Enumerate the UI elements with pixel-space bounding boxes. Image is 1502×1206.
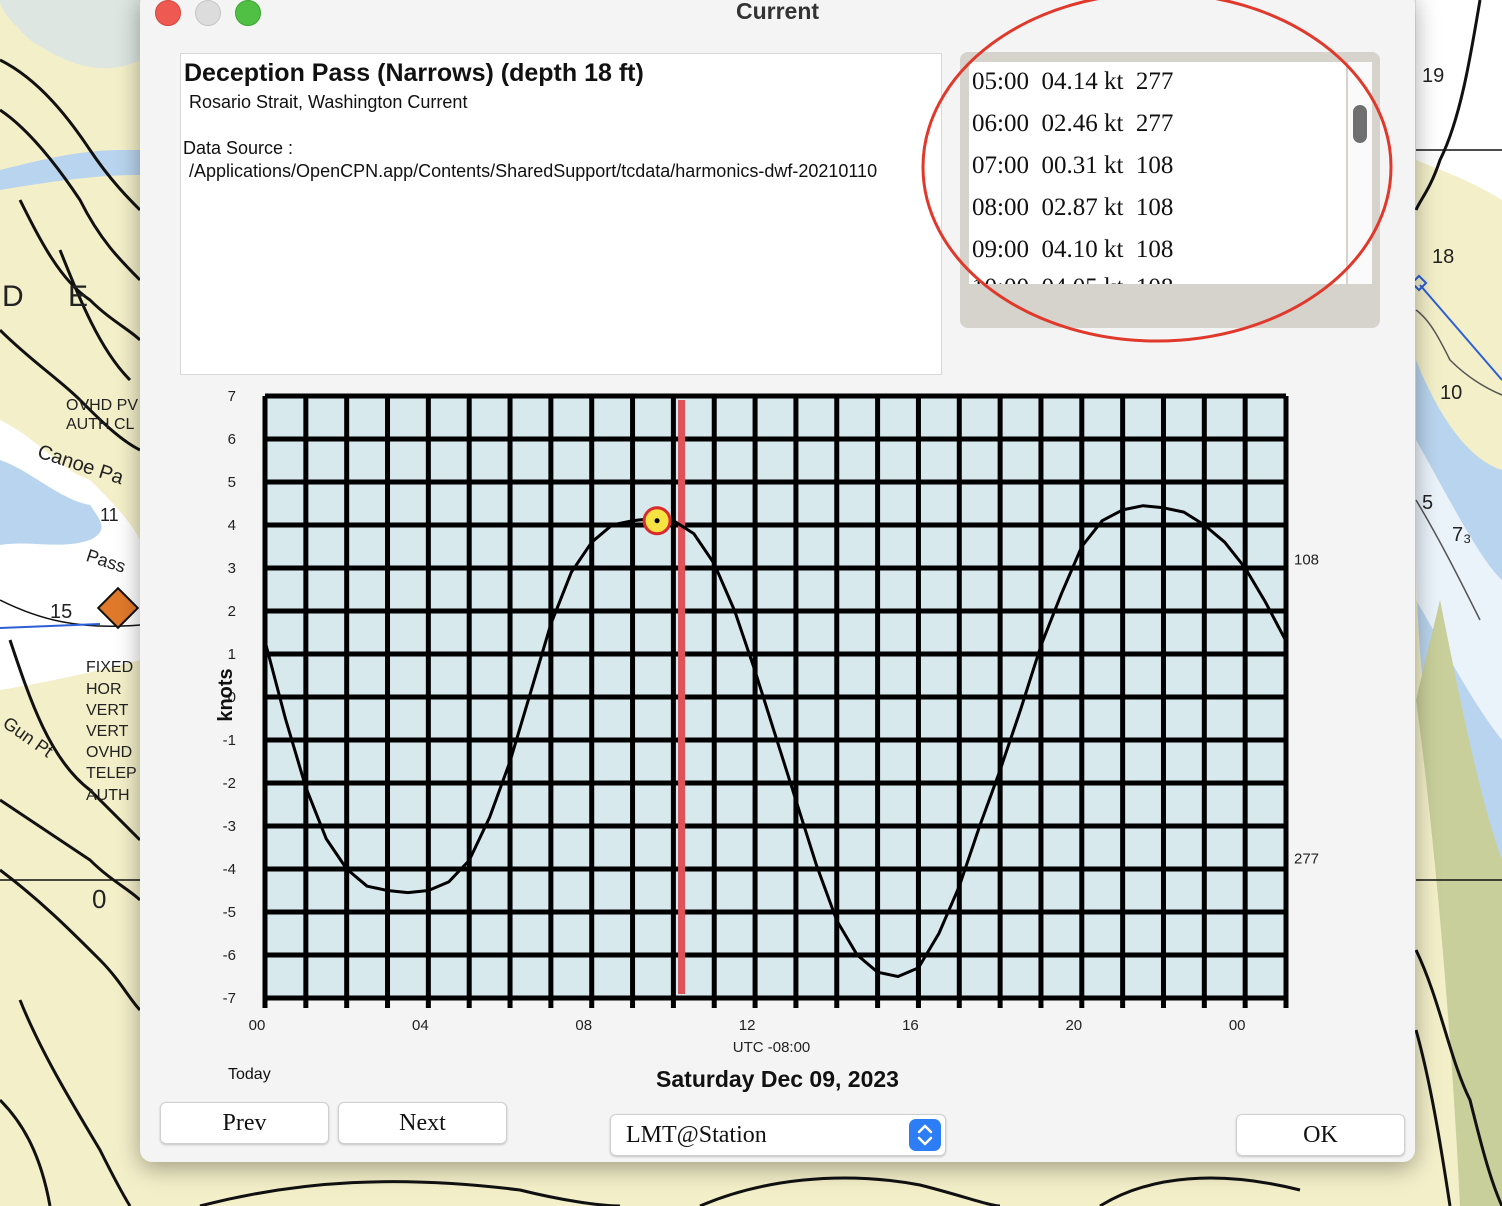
prev-button[interactable]: Prev: [160, 1102, 329, 1144]
x-tick-label: 08: [575, 1017, 592, 1034]
chart-depth-15: 15: [50, 601, 73, 623]
y-tick-label: -6: [223, 947, 236, 964]
next-button[interactable]: Next: [338, 1102, 507, 1144]
x-tick-label: 04: [412, 1017, 429, 1034]
list-scrollbar-thumb[interactable]: [1353, 105, 1367, 143]
chart-label-vert2: VERT: [86, 723, 129, 740]
chart-depth-5: 5: [1422, 492, 1434, 514]
chart-depth-73: 7₃: [1452, 524, 1472, 546]
chart-label-hor: HOR: [86, 681, 122, 698]
list-item[interactable]: 09:00 04.10 kt 108: [972, 236, 1173, 264]
y-axis-title: knots: [215, 668, 237, 721]
y-tick-label: 4: [228, 517, 236, 534]
y-tick-label: 7: [228, 388, 236, 405]
chart-depth-0: 0: [92, 884, 107, 914]
chart-depth-11: 11: [100, 505, 119, 525]
x-tick-label: 12: [739, 1017, 756, 1034]
chart-label-vert1: VERT: [86, 702, 129, 719]
chart-label-ovhd2: OVHD: [86, 744, 133, 761]
chart-label-fixed: FIXED: [86, 659, 134, 676]
x-tick-label: 00: [1229, 1017, 1246, 1034]
chart-label-ovhd: OVHD PV: [66, 397, 139, 414]
y-tick-label: -3: [223, 818, 236, 835]
y-tick-label: -5: [223, 904, 236, 921]
x-tick-label: 20: [1065, 1017, 1082, 1034]
chart-label-de: D E: [2, 280, 107, 313]
y-tick-label: 2: [228, 603, 236, 620]
timezone-select-value: LMT@Station: [626, 1122, 767, 1148]
x-tick-label: 00: [249, 1017, 266, 1034]
window-title: Current: [735, 0, 820, 24]
list-item[interactable]: 10:00 04.05 kt 108: [972, 274, 1173, 284]
y-tick-label: -4: [223, 861, 236, 878]
list-item[interactable]: 05:00 04.14 kt 277: [972, 68, 1173, 96]
chart-label-auth2: AUTH: [86, 787, 130, 804]
chart-depth-19: 19: [1422, 65, 1445, 87]
list-item[interactable]: 07:00 00.31 kt 108: [972, 152, 1173, 180]
x-tick-label: 16: [902, 1017, 919, 1034]
station-location: Rosario Strait, Washington Current: [189, 92, 468, 112]
tide-current-graph: 76543210-1-2-3-4-5-6-700 04 08 12 16 20 00knot…: [215, 388, 1319, 1056]
chart-depth-10: 10: [1440, 382, 1463, 404]
flood-direction-label: 108: [1294, 551, 1319, 568]
chevron-up-down-icon[interactable]: [909, 1119, 941, 1151]
list-item[interactable]: 08:00 02.87 kt 108: [972, 194, 1173, 222]
chart-label-auth: AUTH CL: [66, 416, 135, 433]
y-tick-label: -7: [223, 990, 236, 1007]
list-scrollbar[interactable]: [1348, 62, 1372, 284]
ok-button[interactable]: OK: [1236, 1114, 1405, 1156]
current-list-panel: 05:00 04.14 kt 277 06:00 02.46 kt 277 07…: [960, 52, 1380, 328]
chart-depth-18: 18: [1432, 246, 1455, 268]
list-item[interactable]: 06:00 02.46 kt 277: [972, 110, 1173, 138]
x-axis-title: UTC -08:00: [733, 1039, 811, 1056]
y-tick-label: 3: [228, 560, 236, 577]
ebb-direction-label: 277: [1294, 850, 1319, 867]
y-tick-label: -2: [223, 775, 236, 792]
titlebar: Current: [140, 0, 1415, 40]
timezone-select[interactable]: LMT@Station: [610, 1114, 946, 1156]
y-tick-label: 5: [228, 474, 236, 491]
y-tick-label: 1: [228, 646, 236, 663]
station-name: Deception Pass (Narrows) (depth 18 ft): [184, 59, 644, 87]
chart-label-telep: TELEP: [86, 765, 137, 782]
graph-date: Saturday Dec 09, 2023: [656, 1066, 899, 1092]
station-info-panel: Deception Pass (Narrows) (depth 18 ft) R…: [180, 53, 942, 375]
current-dialog: Current Deception Pass (Narrows) (depth …: [140, 0, 1415, 1162]
current-list[interactable]: 05:00 04.14 kt 277 06:00 02.46 kt 277 07…: [969, 62, 1346, 284]
data-source-label: Data Source :: [183, 138, 294, 158]
now-marker-dot: [654, 518, 660, 524]
y-tick-label: -1: [223, 732, 236, 749]
data-source-path: /Applications/OpenCPN.app/Contents/Share…: [189, 161, 878, 181]
y-tick-label: 6: [228, 431, 236, 448]
